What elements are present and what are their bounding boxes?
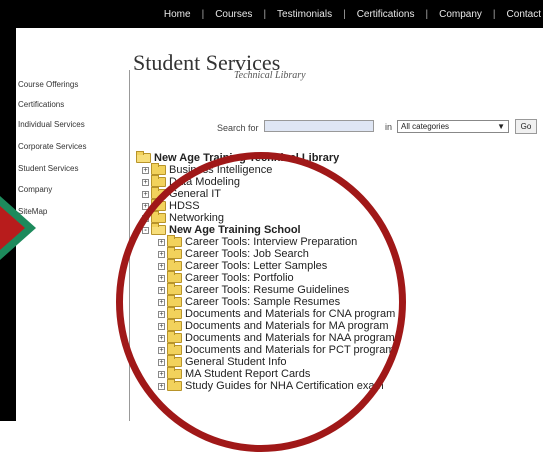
page-panel: Home | Courses | Testimonials | Certific… [16, 0, 543, 452]
nav-company[interactable]: Company [439, 9, 482, 20]
nav-certifications[interactable]: Certifications [357, 9, 415, 20]
sidebar-item-company[interactable]: Company [18, 185, 52, 194]
nav-separator: | [201, 8, 205, 20]
nav-separator: | [492, 8, 496, 20]
top-navbar: Home | Courses | Testimonials | Certific… [16, 0, 543, 28]
search-in-label: in [385, 122, 393, 132]
expand-icon[interactable]: + [142, 190, 149, 198]
search-label: Search for [217, 123, 259, 133]
nav-contact[interactable]: Contact [507, 9, 541, 20]
nav-separator: | [263, 8, 267, 20]
category-select[interactable]: All categories ▼ [397, 120, 509, 133]
nav-separator: | [343, 8, 346, 20]
sidebar-item-certifications[interactable]: Certifications [18, 100, 64, 109]
highlight-oval [116, 152, 406, 452]
category-select-value: All categories [401, 122, 450, 131]
search-input[interactable] [264, 120, 374, 132]
nav-separator: | [425, 8, 429, 20]
pointer-arrow-inner [0, 206, 25, 250]
folder-open-icon [136, 151, 151, 163]
folder-icon [151, 175, 166, 187]
nav-home[interactable]: Home [164, 9, 191, 20]
sidebar-item-corporate-services[interactable]: Corporate Services [18, 142, 86, 151]
sidebar-item-course-offerings[interactable]: Course Offerings [18, 80, 78, 89]
go-button[interactable]: Go [515, 119, 537, 134]
sidebar-item-student-services[interactable]: Student Services [18, 164, 78, 173]
expand-icon[interactable]: + [142, 178, 149, 186]
sidebar-item-individual-services[interactable]: Individual Services [18, 120, 85, 129]
nav-courses[interactable]: Courses [215, 9, 252, 20]
nav-testimonials[interactable]: Testimonials [277, 9, 332, 20]
expand-icon[interactable]: + [142, 166, 149, 174]
folder-icon [151, 163, 166, 175]
chevron-down-icon: ▼ [497, 122, 505, 131]
page-subtitle: Technical Library [234, 70, 306, 81]
